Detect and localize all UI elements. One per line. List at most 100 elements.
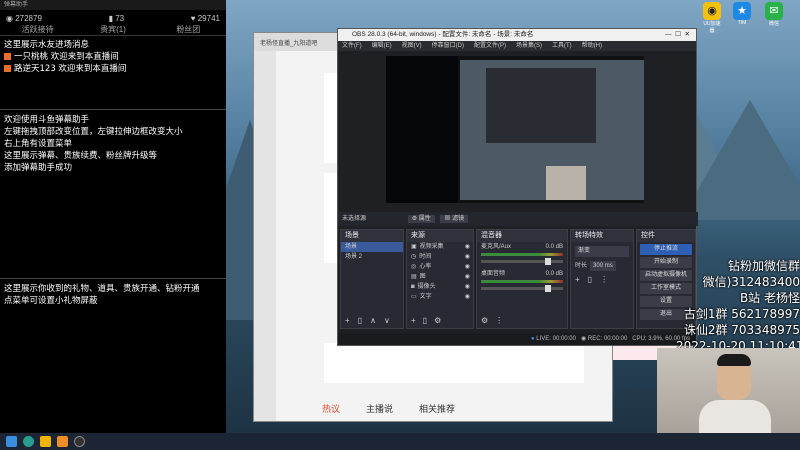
gear-icon[interactable]: ⚙ <box>481 316 488 326</box>
scenes-header: 场景 <box>341 230 403 242</box>
file-explorer-icon[interactable] <box>40 436 51 447</box>
transitions-header: 转场特效 <box>571 230 633 242</box>
menu-tools[interactable]: 工具(T) <box>552 41 572 51</box>
preview-webcam <box>546 166 586 200</box>
obs-title: OBS 28.0.3 (64-bit, windows) - 配置文件: 未命名… <box>352 31 534 38</box>
obs-taskbar-icon[interactable] <box>74 436 85 447</box>
eye-icon[interactable]: ◉ <box>465 292 470 302</box>
gift-line: 这里展示你收到的礼物、道具、贵族开通、钻粉开通 <box>4 284 200 294</box>
owl-icon: ◉ <box>703 2 721 20</box>
volume-slider[interactable] <box>481 285 563 292</box>
menu-help[interactable]: 帮助(H) <box>582 41 602 51</box>
desktop-icon-tim[interactable]: ★ TIM <box>732 2 752 26</box>
add-icon[interactable]: + <box>575 275 580 285</box>
desktop-icon-wechat[interactable]: ✉ 微信 <box>764 2 784 27</box>
windows-start-icon[interactable] <box>6 436 17 447</box>
chat-line: 这里展示弹幕、贵族续费、粉丝牌升级等 <box>4 151 158 161</box>
volume-meter <box>481 280 563 283</box>
overlay-line: 诛仙2群 703348975 <box>683 323 800 337</box>
mountain-bg <box>680 100 800 220</box>
obs-statusbar: ● LIVE: 00:00:00 ◉ REC: 00:00:00 CPU: 3.… <box>338 333 696 345</box>
volume-meter <box>481 253 563 256</box>
sources-header: 来源 <box>407 230 473 242</box>
wechat-icon: ✉ <box>765 2 783 20</box>
webcam-icon: ◙ <box>411 284 415 290</box>
obs-window[interactable]: OBS 28.0.3 (64-bit, windows) - 配置文件: 未命名… <box>337 28 698 346</box>
volume-slider[interactable] <box>481 258 563 265</box>
slider-handle[interactable] <box>545 285 551 292</box>
desktop-icon-uu[interactable]: ◉ UU加速器 <box>702 2 722 34</box>
page-content <box>324 343 584 383</box>
danmaku-panel[interactable]: 弹幕助手 ◉ 272879 ▮ 73 ♥ 29741 活跃接待 贵宾(1) 粉丝… <box>0 0 226 433</box>
danmaku-titlebar[interactable]: 弹幕助手 <box>0 0 226 10</box>
obs-preview[interactable] <box>386 56 644 203</box>
add-icon[interactable]: + <box>411 316 416 326</box>
menu-edit[interactable]: 编辑(E) <box>372 41 392 51</box>
slider-handle[interactable] <box>545 258 551 265</box>
tab-active[interactable]: 活跃接待 <box>0 24 75 35</box>
image-icon: ▤ <box>411 274 417 280</box>
tab-vip[interactable]: 贵宾(1) <box>75 24 150 35</box>
filters-button[interactable]: ▦ 滤镜 <box>440 215 469 223</box>
overlay-line: 微信)312483400 <box>702 275 800 289</box>
stop-stream-button[interactable]: 停止推流 <box>640 244 692 255</box>
trash-icon[interactable]: ▯ <box>358 316 362 326</box>
transition-select[interactable]: 渐变 <box>575 246 629 257</box>
duration-input[interactable]: 300 ms <box>590 261 616 271</box>
douyu-icon[interactable] <box>57 436 68 447</box>
eye-icon[interactable]: ◉ <box>465 282 470 292</box>
mixer-dock: 混音器 麦克风/Aux 0.0 dB 桌面音频 0.0 dB ⚙ ⋮ <box>476 229 568 329</box>
down-icon[interactable]: ∨ <box>384 316 390 326</box>
scene-item[interactable]: 场景 <box>341 242 403 252</box>
add-icon[interactable]: + <box>345 316 350 326</box>
rec-timer: REC: 00:00:00 <box>587 336 628 342</box>
viewers-count: ◉ 272879 <box>6 14 42 23</box>
overlay-line: 钻粉加微信群 <box>727 259 800 273</box>
menu-view[interactable]: 视图(V) <box>402 41 422 51</box>
tab-related[interactable]: 相关推荐 <box>419 402 455 415</box>
source-item[interactable]: ◎ 心率 ◉ <box>407 262 473 272</box>
mixer-channel: 桌面音频 0.0 dB <box>481 271 563 277</box>
scenes-dock: 场景 场景 场景 2 + ▯ ∧ ∨ <box>340 229 404 329</box>
eye-icon[interactable]: ◉ <box>465 262 470 272</box>
edge-browser-icon[interactable] <box>23 436 34 447</box>
eye-icon[interactable]: ◉ <box>465 252 470 262</box>
window-controls[interactable]: — ☐ ✕ <box>665 29 690 41</box>
browser-tab-title[interactable]: 老杨怪直播_九阳道吧 <box>260 38 317 47</box>
more-icon[interactable]: ⋮ <box>495 316 503 326</box>
clock-icon: ◷ <box>411 254 417 260</box>
menu-scene-collection[interactable]: 场景集(S) <box>516 41 542 51</box>
source-item[interactable]: ◙ 摄像头 ◉ <box>407 282 473 292</box>
scene-item[interactable]: 场景 2 <box>341 252 403 262</box>
eye-icon[interactable]: ◉ <box>465 242 470 252</box>
chat-line: 欢迎使用斗鱼弹幕助手 <box>4 115 90 125</box>
source-item[interactable]: ▤ 图 ◉ <box>407 272 473 282</box>
live-timer: LIVE: 00:00:00 <box>536 336 576 342</box>
danmaku-stats: ◉ 272879 ▮ 73 ♥ 29741 <box>0 10 226 24</box>
source-item[interactable]: ▭ 文字 ◉ <box>407 292 473 302</box>
eye-icon[interactable]: ◉ <box>465 272 470 282</box>
source-item[interactable]: ◷ 时间 ◉ <box>407 252 473 262</box>
obs-titlebar[interactable]: OBS 28.0.3 (64-bit, windows) - 配置文件: 未命名… <box>338 29 696 41</box>
desktop-icon-label: 微信 <box>768 21 779 27</box>
trash-icon[interactable]: ▯ <box>588 275 592 285</box>
source-actions: + ▯ ⚙ <box>407 316 441 326</box>
tab-streamer[interactable]: 主播说 <box>366 402 393 415</box>
taskbar <box>0 433 800 450</box>
no-source-label: 未选择源 <box>342 216 367 222</box>
entry-messages: 这里展示水友进场消息 一只桃桃 欢迎来到本直播间 路逆天123 欢迎来到本直播间 <box>0 36 226 75</box>
menu-profile[interactable]: 配置文件(P) <box>474 41 506 51</box>
tab-fanclub[interactable]: 粉丝团 <box>151 24 226 35</box>
source-item[interactable]: ▣ 视频采集 ◉ <box>407 242 473 252</box>
browser-icon: ◎ <box>411 264 417 270</box>
menu-file[interactable]: 文件(F) <box>342 41 362 51</box>
more-icon[interactable]: ⋮ <box>600 275 608 285</box>
gear-icon[interactable]: ⚙ <box>434 316 441 326</box>
fans-count: ▮ 73 <box>108 14 125 23</box>
sources-dock: 来源 ▣ 视频采集 ◉ ◷ 时间 ◉ ◎ 心率 ◉ ▤ 图 ◉ ◙ 摄像头 ◉ ▭ 文字 ◉ + ▯ ⚙ <box>406 229 474 329</box>
tab-hot[interactable]: 热议 <box>322 402 340 415</box>
trash-icon[interactable]: ▯ <box>423 316 427 326</box>
menu-docks[interactable]: 停靠窗口(D) <box>432 41 464 51</box>
up-icon[interactable]: ∧ <box>370 316 376 326</box>
properties-button[interactable]: ⚙ 属性 <box>407 215 435 223</box>
